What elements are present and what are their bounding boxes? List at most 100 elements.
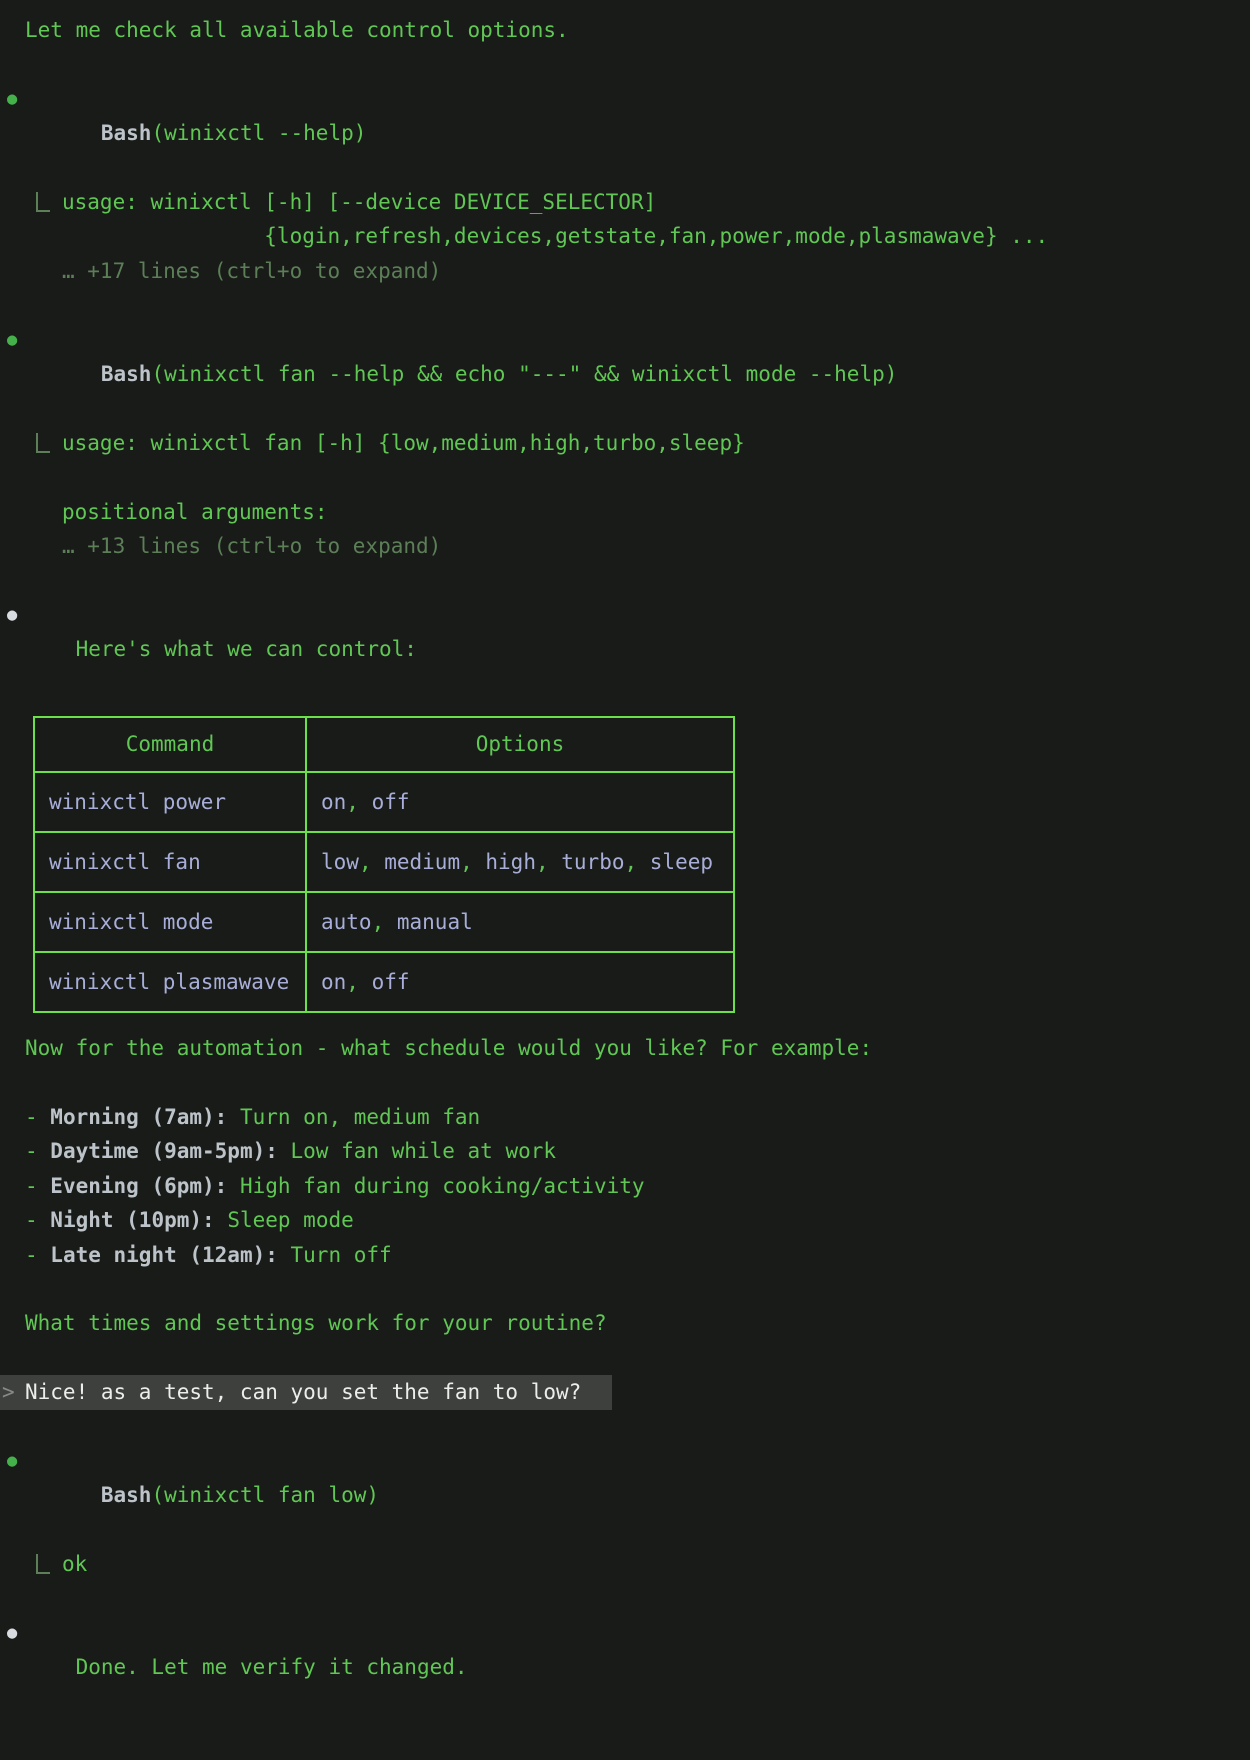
- tool-call-getstate: ●Bash(winixctl getstate) power : on mode…: [0, 1754, 1250, 1760]
- blank-line: [0, 1065, 1250, 1099]
- control-options-table: Command Options winixctl poweron, offwin…: [33, 716, 735, 1013]
- schedule-item: - Evening (6pm): High fan during cooking…: [0, 1169, 1250, 1203]
- schedule-item: - Morning (7am): Turn on, medium fan: [0, 1100, 1250, 1134]
- option-separator: ,: [460, 850, 485, 874]
- list-dash: -: [25, 1208, 50, 1232]
- user-message: > Nice! as a test, can you set the fan to…: [0, 1375, 612, 1409]
- schedule-time-label: Daytime (9am-5pm):: [50, 1139, 278, 1163]
- tool-call-fan-low: ● Bash(winixctl fan low) ok: [0, 1444, 1250, 1582]
- command-cell: winixctl fan: [34, 832, 306, 892]
- option-code: auto: [321, 910, 372, 934]
- schedule-time-label: Late night (12am):: [50, 1243, 278, 1267]
- tool-call-header: ● Bash(winixctl fan low): [0, 1444, 1250, 1547]
- terminal-screen: Let me check all available control optio…: [0, 0, 1250, 1760]
- command-code: winixctl plasmawave: [49, 970, 289, 994]
- command-code: winixctl fan: [49, 850, 201, 874]
- table-row: winixctl fan low, medium, high, turbo, sl…: [34, 832, 734, 892]
- prompt-chevron-icon: >: [2, 1375, 15, 1409]
- tool-bullet-icon: ●: [7, 1754, 17, 1760]
- tool-command: (winixctl fan low): [151, 1483, 379, 1507]
- tool-output-text: usage: winixctl [-h] [--device DEVICE_SE…: [62, 185, 1250, 254]
- tool-output: usage: winixctl fan [-h] {low,medium,hig…: [0, 426, 1250, 529]
- schedule-action: Turn on, medium fan: [227, 1105, 480, 1129]
- list-dash: -: [25, 1243, 50, 1267]
- option-code: on: [321, 790, 346, 814]
- schedule-action: High fan during cooking/activity: [227, 1174, 644, 1198]
- column-header-options: Options: [306, 717, 734, 772]
- option-code: turbo: [561, 850, 624, 874]
- tool-name: Bash: [101, 362, 152, 386]
- tool-call-header: ●Bash(winixctl --help): [0, 82, 1250, 185]
- table-row: winixctl plasmawave on, off: [34, 952, 734, 1012]
- option-separator: ,: [346, 790, 371, 814]
- option-code: manual: [397, 910, 473, 934]
- tool-name: Bash: [101, 1483, 152, 1507]
- list-dash: -: [25, 1174, 50, 1198]
- option-separator: ,: [624, 850, 649, 874]
- tool-command: (winixctl --help): [151, 121, 366, 145]
- command-cell: winixctl mode: [34, 892, 306, 952]
- schedule-item: - Night (10pm): Sleep mode: [0, 1203, 1250, 1237]
- output-elbow-icon: [36, 192, 50, 212]
- expand-hint[interactable]: … +17 lines (ctrl+o to expand): [0, 254, 1250, 288]
- options-cell: auto, manual: [306, 892, 734, 952]
- followup-question-text: What times and settings work for your ro…: [0, 1306, 1250, 1340]
- tool-output-text: ok: [62, 1547, 1250, 1581]
- done-text: Done. Let me verify it changed.: [76, 1655, 468, 1679]
- table-header-row: Command Options: [34, 717, 734, 772]
- schedule-item: - Late night (12am): Turn off: [0, 1238, 1250, 1272]
- assistant-intro-text: Let me check all available control optio…: [0, 13, 1250, 47]
- tool-bullet-icon: ●: [7, 323, 17, 357]
- tool-command: (winixctl fan --help && echo "---" && wi…: [151, 362, 897, 386]
- command-cell: winixctl power: [34, 772, 306, 832]
- control-table-body: winixctl power on, off winixctl fan low, me…: [34, 772, 734, 1012]
- automation-question-text: Now for the automation - what schedule w…: [0, 1031, 1250, 1065]
- schedule-action: Low fan while at work: [278, 1139, 556, 1163]
- message-bullet-icon: ●: [7, 598, 17, 632]
- tool-output: ok: [0, 1547, 1250, 1581]
- schedule-action: Turn off: [278, 1243, 392, 1267]
- table-row: winixctl mode auto, manual: [34, 892, 734, 952]
- options-cell: on, off: [306, 952, 734, 1012]
- option-code: low: [321, 850, 359, 874]
- option-code: on: [321, 970, 346, 994]
- tool-call-help: ●Bash(winixctl --help) usage: winixctl […: [0, 82, 1250, 288]
- options-cell: on, off: [306, 772, 734, 832]
- column-header-command: Command: [34, 717, 306, 772]
- option-separator: ,: [346, 970, 371, 994]
- tool-call-header: ● Bash(winixctl fan --help && echo "---" …: [0, 323, 1250, 426]
- assistant-done-message: ● Done. Let me verify it changed.: [0, 1616, 1250, 1719]
- command-cell: winixctl plasmawave: [34, 952, 306, 1012]
- schedule-time-label: Night (10pm):: [50, 1208, 214, 1232]
- schedule-action: Sleep mode: [215, 1208, 354, 1232]
- schedule-list: - Morning (7am): Turn on, medium fan- Da…: [0, 1100, 1250, 1272]
- schedule-time-label: Morning (7am):: [50, 1105, 227, 1129]
- output-elbow-icon: [36, 433, 50, 453]
- option-separator: ,: [372, 910, 397, 934]
- tool-call-fan-mode-help: ● Bash(winixctl fan --help && echo "---" …: [0, 323, 1250, 564]
- user-message-text: Nice! as a test, can you set the fan to …: [25, 1380, 581, 1404]
- expand-hint[interactable]: … +13 lines (ctrl+o to expand): [0, 529, 1250, 563]
- tool-call-header: ●Bash(winixctl getstate): [0, 1754, 1250, 1760]
- assistant-control-intro: ● Here's what we can control:: [0, 598, 1250, 701]
- command-code: winixctl mode: [49, 910, 213, 934]
- schedule-item: - Daytime (9am-5pm): Low fan while at wo…: [0, 1134, 1250, 1168]
- control-intro-text: Here's what we can control:: [76, 637, 417, 661]
- output-elbow-icon: [36, 1554, 50, 1574]
- message-bullet-icon: ●: [7, 1616, 17, 1650]
- option-code: high: [485, 850, 536, 874]
- table-row: winixctl power on, off: [34, 772, 734, 832]
- option-separator: ,: [536, 850, 561, 874]
- list-dash: -: [25, 1139, 50, 1163]
- option-code: sleep: [650, 850, 713, 874]
- option-code: off: [372, 970, 410, 994]
- option-code: off: [372, 790, 410, 814]
- option-separator: ,: [359, 850, 384, 874]
- options-cell: low, medium, high, turbo, sleep: [306, 832, 734, 892]
- list-dash: -: [25, 1105, 50, 1129]
- schedule-time-label: Evening (6pm):: [50, 1174, 227, 1198]
- command-code: winixctl power: [49, 790, 226, 814]
- tool-bullet-icon: ●: [7, 82, 17, 116]
- tool-bullet-icon: ●: [7, 1444, 17, 1478]
- tool-output: usage: winixctl [-h] [--device DEVICE_SE…: [0, 185, 1250, 254]
